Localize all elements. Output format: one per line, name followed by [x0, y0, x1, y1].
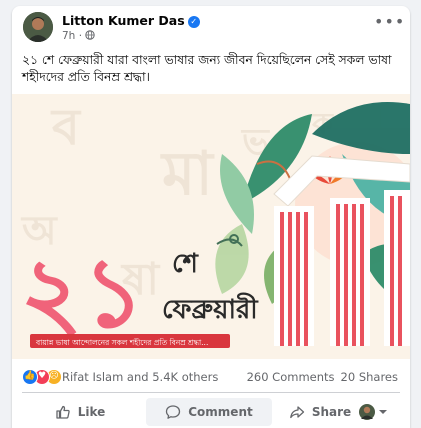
svg-text:মা: মা	[160, 139, 215, 209]
post-header: Litton Kumer Das ✓ 7h · •••	[12, 6, 410, 48]
share-icon	[289, 406, 304, 419]
author-name-row: Litton Kumer Das ✓	[62, 13, 200, 28]
thumbs-up-icon	[56, 405, 70, 419]
avatar-image	[23, 12, 53, 42]
post-image[interactable]: ব মা অ ভ ষা ক ২১ শে ফেব্রুয়ারী বায়ান্ন…	[12, 94, 410, 359]
more-options-icon: •••	[374, 12, 406, 31]
share-button[interactable]: Share	[276, 398, 364, 426]
post-actions: Like Comment Share	[12, 397, 410, 427]
share-as-avatar-icon	[359, 404, 387, 420]
comment-icon	[166, 405, 181, 419]
comments-count[interactable]: 260 Comments	[247, 370, 335, 384]
image-number: ২১	[20, 237, 145, 349]
shares-count[interactable]: 20 Shares	[341, 370, 398, 384]
engagement-counts: 260 Comments 20 Shares	[247, 370, 398, 384]
image-banner: বায়ান্ন ভাষা আন্দোলনের সকল শহীদের প্রতি…	[35, 337, 208, 347]
comment-button[interactable]: Comment	[146, 398, 272, 426]
post-card: Litton Kumer Das ✓ 7h · ••• ২১ শে ফেব্রুয…	[12, 6, 410, 428]
post-meta: 7h ·	[62, 30, 96, 42]
shaheed-minar-illustration: ব মা অ ভ ষা ক ২১ শে ফেব্রুয়ারী বায়ান্ন…	[12, 94, 410, 359]
author-avatar[interactable]	[23, 12, 53, 42]
author-name[interactable]: Litton Kumer Das	[62, 13, 185, 28]
globe-icon	[85, 30, 96, 40]
divider	[22, 392, 400, 393]
like-reaction-icon: 👍	[22, 369, 38, 385]
more-options-button[interactable]: •••	[374, 14, 404, 36]
chevron-down-icon	[379, 410, 387, 414]
share-label: Share	[311, 405, 352, 419]
meta-separator: ·	[78, 30, 83, 42]
like-button[interactable]: Like	[20, 398, 140, 426]
comment-label: Comment	[188, 405, 253, 419]
post-time[interactable]: 7h	[62, 30, 75, 42]
like-label: Like	[77, 405, 106, 419]
image-title-line2: ফেব্রুয়ারী	[162, 292, 259, 325]
svg-text:ব: ব	[50, 98, 82, 156]
verified-badge-icon: ✓	[187, 16, 200, 28]
reaction-names[interactable]: Rifat Islam and 5.4K others	[62, 370, 218, 384]
image-title-line1: শে	[172, 249, 200, 279]
share-as-selector[interactable]	[358, 403, 390, 421]
post-text: ২১ শে ফেব্রুয়ারী যারা বাংলা ভাষার জন্য …	[22, 53, 392, 84]
reaction-stats: 👍 ♥ ☹ Rifat Islam and 5.4K others 260 Co…	[12, 366, 410, 388]
